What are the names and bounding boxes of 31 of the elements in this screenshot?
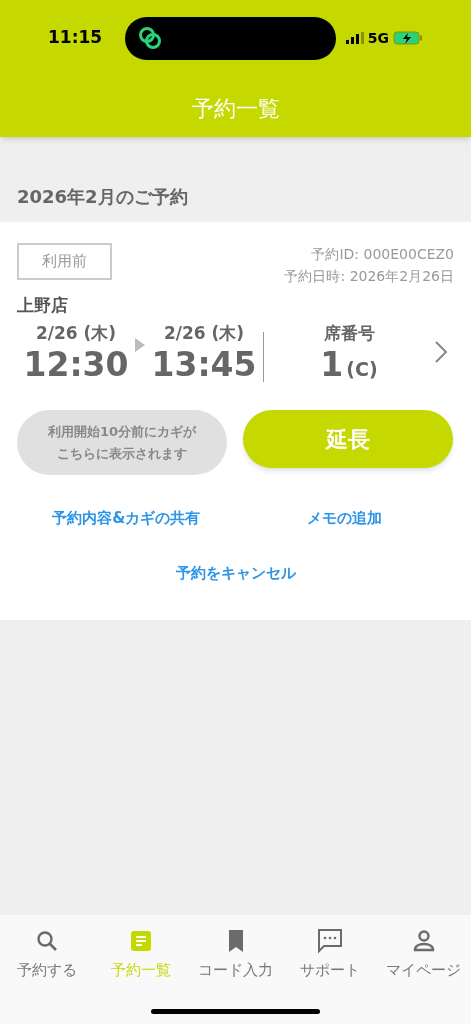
- tab[interactable]: マイページ: [376, 915, 471, 982]
- tab[interactable]: サポート: [282, 915, 377, 982]
- status-time: 11:15: [48, 26, 104, 50]
- document-icon: [129, 929, 154, 953]
- store-name: 上野店: [17, 295, 68, 315]
- start-time: 12:30: [23, 346, 129, 384]
- section-title: 2026年2月のご予約: [17, 186, 188, 207]
- seat-label: 席番号: [323, 321, 375, 345]
- signal-icon: [345, 32, 364, 44]
- reservation-id: 予約ID: 000E00CEZ0: [311, 245, 454, 264]
- seat-type: (C): [346, 357, 378, 382]
- key-notice: 利用開始10分前にカギがこちらに表示されます: [46, 422, 198, 463]
- play-arrow-icon: [135, 338, 145, 353]
- seat-number: 1: [320, 346, 344, 384]
- reservation-date: 予約日時: 2026年2月26日: [284, 267, 454, 286]
- person-icon: [412, 929, 435, 953]
- text-link[interactable]: メモの追加: [307, 507, 383, 530]
- cancel-link[interactable]: 予約をキャンセル: [175, 561, 296, 584]
- tab[interactable]: コード入力: [188, 915, 283, 982]
- tab[interactable]: 予約する: [0, 915, 95, 982]
- start-date: 2/26 (木): [35, 321, 117, 345]
- chevron-right-icon[interactable]: [434, 340, 448, 365]
- chat-icon: [316, 928, 343, 954]
- status-tag: 利用前: [17, 243, 112, 280]
- end-date: 2/26 (木): [163, 321, 245, 345]
- network-label: 5G: [367, 28, 389, 48]
- text-link[interactable]: 予約内容&カギの共有: [52, 507, 201, 530]
- end-time: 13:45: [151, 346, 257, 384]
- header-title: 予約一覧: [191, 95, 280, 123]
- app-logo-icon: [137, 25, 163, 51]
- battery-charging-icon: [393, 31, 423, 45]
